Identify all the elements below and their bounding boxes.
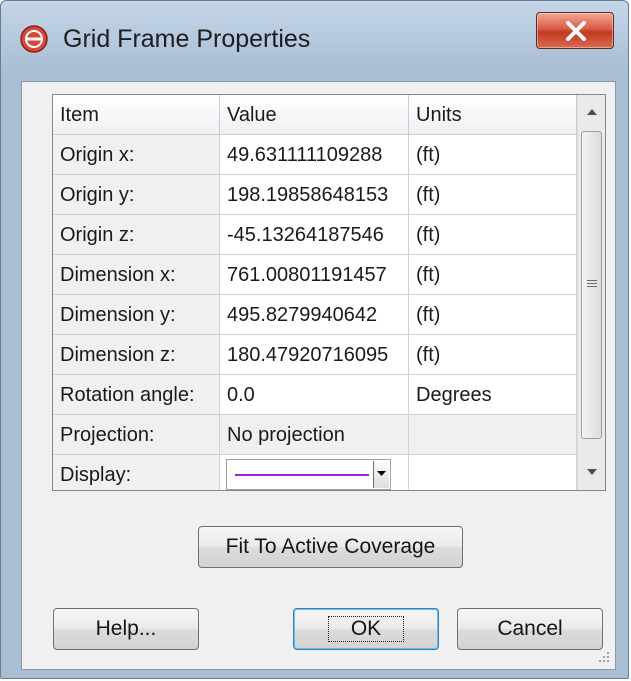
header-units[interactable]: Units [409, 95, 577, 135]
table-row: Dimension x: 761.00801191457 (ft) [53, 255, 577, 295]
display-value-cell [220, 455, 409, 490]
dimension-y-value[interactable]: 495.8279940642 [220, 295, 409, 335]
grip-line [587, 286, 597, 287]
scroll-thumb[interactable] [581, 131, 602, 439]
ok-button[interactable]: OK [293, 608, 439, 650]
table-row: Projection: No projection [53, 415, 577, 455]
origin-y-value[interactable]: 198.19858648153 [220, 175, 409, 215]
row-units: (ft) [409, 255, 577, 295]
table-row: Origin z: -45.13264187546 (ft) [53, 215, 577, 255]
cancel-button[interactable]: Cancel [457, 608, 603, 650]
row-item-label: Origin y: [53, 175, 220, 215]
projection-value[interactable]: No projection [220, 415, 409, 455]
row-units: (ft) [409, 135, 577, 175]
display-line-style-dropdown[interactable] [226, 459, 391, 490]
red-circle-icon [19, 24, 49, 54]
row-item-label: Dimension z: [53, 335, 220, 375]
help-button[interactable]: Help... [53, 608, 199, 650]
table-row: Display: [53, 455, 577, 490]
dimension-z-value[interactable]: 180.47920716095 [220, 335, 409, 375]
row-units: (ft) [409, 175, 577, 215]
grip-line [587, 283, 597, 284]
row-item-label: Projection: [53, 415, 220, 455]
scroll-up-button[interactable] [578, 95, 605, 129]
row-item-label: Dimension x: [53, 255, 220, 295]
row-units: (ft) [409, 335, 577, 375]
row-item-label: Dimension y: [53, 295, 220, 335]
row-units [409, 455, 577, 490]
grip-line [587, 280, 597, 281]
header-item[interactable]: Item [53, 95, 220, 135]
combo-dropdown-button[interactable] [373, 461, 389, 488]
resize-grip[interactable] [597, 650, 611, 664]
rotation-angle-value[interactable]: 0.0 [220, 375, 409, 415]
grid-frame-properties-dialog: Grid Frame Properties Item Value Units O… [0, 0, 629, 679]
arrow-down-icon [578, 469, 605, 490]
dialog-body: Item Value Units Origin x: 49.6311111092… [21, 81, 616, 670]
close-button[interactable] [536, 12, 614, 49]
row-units: (ft) [409, 215, 577, 255]
origin-x-value[interactable]: 49.631111109288 [220, 135, 409, 175]
row-units [409, 415, 577, 455]
origin-z-value[interactable]: -45.13264187546 [220, 215, 409, 255]
dimension-x-value[interactable]: 761.00801191457 [220, 255, 409, 295]
table-row: Rotation angle: 0.0 Degrees [53, 375, 577, 415]
table-row: Origin x: 49.631111109288 (ft) [53, 135, 577, 175]
dialog-title: Grid Frame Properties [63, 25, 311, 53]
vertical-scrollbar[interactable] [577, 95, 605, 490]
row-item-label: Display: [53, 455, 220, 490]
row-units: (ft) [409, 295, 577, 335]
header-value[interactable]: Value [220, 95, 409, 135]
table-row: Origin y: 198.19858648153 (ft) [53, 175, 577, 215]
line-style-swatch [235, 474, 369, 476]
title-bar: Grid Frame Properties [1, 1, 628, 81]
row-item-label: Rotation angle: [53, 375, 220, 415]
table-row: Dimension z: 180.47920716095 (ft) [53, 335, 577, 375]
table-header-row: Item Value Units [53, 95, 577, 135]
property-grid: Item Value Units Origin x: 49.6311111092… [52, 94, 606, 491]
row-item-label: Origin z: [53, 215, 220, 255]
row-item-label: Origin x: [53, 135, 220, 175]
ok-label: OK [327, 616, 405, 642]
row-units: Degrees [409, 375, 577, 415]
scroll-down-button[interactable] [578, 455, 605, 490]
fit-to-active-coverage-button[interactable]: Fit To Active Coverage [198, 526, 463, 568]
table-row: Dimension y: 495.8279940642 (ft) [53, 295, 577, 335]
